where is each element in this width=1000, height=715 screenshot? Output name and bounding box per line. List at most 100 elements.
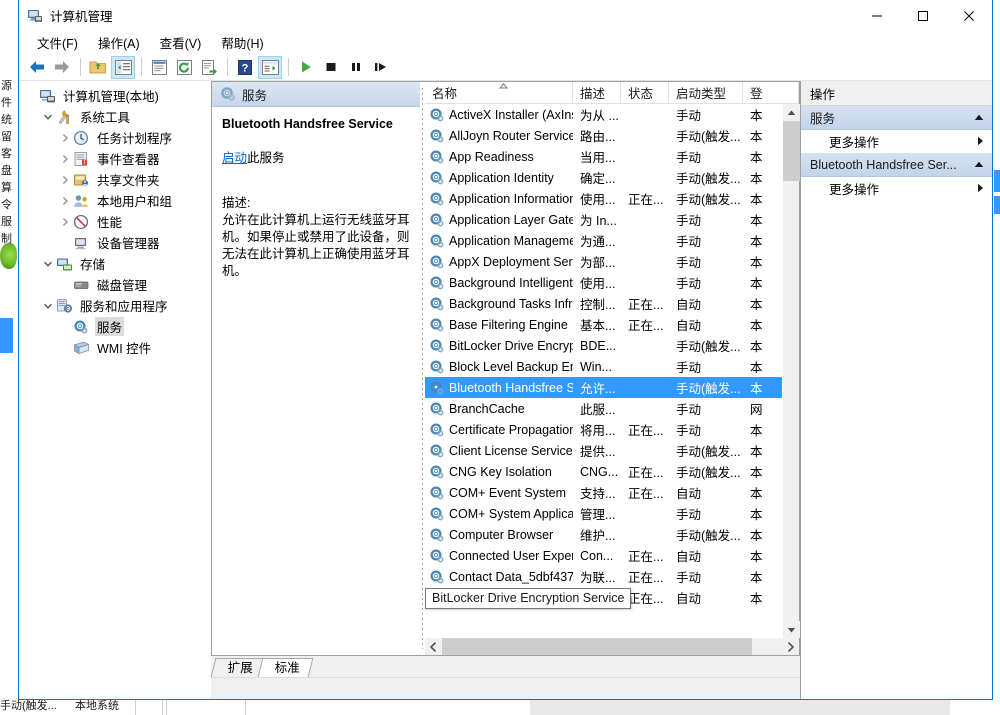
list-horizontal-scrollbar[interactable] <box>425 638 799 655</box>
cell-logon-as: 本 <box>743 567 782 586</box>
minimize-icon[interactable] <box>854 0 900 31</box>
tab-label: 扩展 <box>228 659 253 678</box>
close-icon[interactable] <box>946 0 992 31</box>
service-name-text: App Readiness <box>449 150 534 164</box>
tree-item-7[interactable]: 设备管理器 <box>19 232 210 253</box>
table-row[interactable]: COM+ System Application管理...手动本 <box>425 503 782 524</box>
chevron-right-icon[interactable] <box>57 214 73 230</box>
chevron-up-icon[interactable] <box>974 160 984 170</box>
horizontal-scroll-track[interactable] <box>442 638 782 655</box>
table-row[interactable]: Computer Browser维护...手动(触发...本 <box>425 524 782 545</box>
menu-file[interactable]: 文件(F) <box>28 31 87 55</box>
table-row[interactable]: Connected User Experien...Con...正在...自动本 <box>425 545 782 566</box>
pause-service-icon[interactable] <box>344 56 368 79</box>
table-row[interactable]: Block Level Backup Engi...Win...手动本 <box>425 356 782 377</box>
tree-item-10[interactable]: 服务和应用程序 <box>19 295 210 316</box>
scroll-down-icon[interactable] <box>783 621 800 638</box>
action-group-header-0[interactable]: 服务 <box>801 106 992 130</box>
cell-name: App Readiness <box>425 149 573 165</box>
tree-item-12[interactable]: WMI 控件 <box>19 337 210 358</box>
cell-name: AppX Deployment Servic... <box>425 254 573 270</box>
list-vertical-scrollbar[interactable] <box>782 104 799 638</box>
chevron-right-icon[interactable] <box>57 151 73 167</box>
start-service-icon[interactable] <box>294 56 318 79</box>
chevron-down-icon[interactable] <box>40 256 56 272</box>
help-icon[interactable]: ? <box>233 56 257 79</box>
table-row[interactable]: Contact Data_5dbf437为联...正在...手动本 <box>425 566 782 587</box>
table-row[interactable]: Certificate Propagation将用...正在...手动本 <box>425 419 782 440</box>
scroll-right-icon[interactable] <box>782 638 799 655</box>
cell-startup-type: 自动 <box>669 546 743 565</box>
chevron-right-icon[interactable] <box>57 130 73 146</box>
tree-item-11[interactable]: 服务 <box>19 316 210 337</box>
show-action-pane-icon[interactable] <box>258 56 282 79</box>
table-row[interactable]: Application Layer Gatewa...为 In...手动本 <box>425 209 782 230</box>
table-row[interactable]: COM+ Event System支持...正在...自动本 <box>425 482 782 503</box>
table-row[interactable]: Application Identity确定...手动(触发...本 <box>425 167 782 188</box>
table-row[interactable]: Client License Service (Cli...提供...手动(触发… <box>425 440 782 461</box>
column-header-2[interactable]: 状态 <box>621 82 669 103</box>
table-row[interactable]: AllJoyn Router Service路由...手动(触发...本 <box>425 125 782 146</box>
tree-item-label: 性能 <box>95 212 124 231</box>
action-item-1-0[interactable]: 更多操作 <box>801 177 992 200</box>
up-folder-icon[interactable] <box>86 56 110 79</box>
export-list-icon[interactable] <box>197 56 221 79</box>
action-item-0-0[interactable]: 更多操作 <box>801 130 992 153</box>
table-row[interactable]: Application Management为通...手动本 <box>425 230 782 251</box>
stop-service-icon[interactable] <box>319 56 343 79</box>
chevron-down-icon[interactable] <box>40 109 56 125</box>
refresh-icon[interactable] <box>172 56 196 79</box>
tree-item-5[interactable]: 本地用户和组 <box>19 190 210 211</box>
cell-startup-type: 手动 <box>669 357 743 376</box>
scroll-up-icon[interactable] <box>783 104 800 121</box>
column-header-4[interactable]: 登 <box>743 82 799 103</box>
tree-item-1[interactable]: 系统工具 <box>19 106 210 127</box>
cell-name: Client License Service (Cli... <box>425 443 573 459</box>
tree-item-2[interactable]: 任务计划程序 <box>19 127 210 148</box>
action-group-header-1[interactable]: Bluetooth Handsfree Ser... <box>801 153 992 177</box>
tree-item-6[interactable]: 性能 <box>19 211 210 232</box>
table-row[interactable]: BitLocker Drive Encryptio...BDE...手动(触发.… <box>425 335 782 356</box>
tab-1[interactable]: 标准 <box>258 658 314 677</box>
table-row[interactable]: Background Tasks Infras...控制...正在...自动本 <box>425 293 782 314</box>
service-gear-icon <box>429 317 445 333</box>
tree-item-4[interactable]: 共享文件夹 <box>19 169 210 190</box>
chevron-right-icon[interactable] <box>57 172 73 188</box>
start-service-link[interactable]: 启动 <box>222 151 247 165</box>
vertical-scroll-thumb[interactable] <box>783 121 800 181</box>
table-row[interactable]: AppX Deployment Servic...为部...手动本 <box>425 251 782 272</box>
menu-action[interactable]: 操作(A) <box>89 31 149 55</box>
restart-service-icon[interactable] <box>369 56 393 79</box>
table-row[interactable]: Base Filtering Engine基本...正在...自动本 <box>425 314 782 335</box>
table-row[interactable]: CNG Key IsolationCNG...正在...手动(触发...本 <box>425 461 782 482</box>
column-header-1[interactable]: 描述 <box>573 82 621 103</box>
table-row[interactable]: Application Information使用...正在...手动(触发..… <box>425 188 782 209</box>
back-arrow-icon[interactable] <box>25 56 49 79</box>
menu-help[interactable]: 帮助(H) <box>212 31 272 55</box>
tree-item-9[interactable]: 磁盘管理 <box>19 274 210 295</box>
chevron-up-icon[interactable] <box>974 113 984 123</box>
tree-item-3[interactable]: !事件查看器 <box>19 148 210 169</box>
show-hide-tree-icon[interactable] <box>111 56 135 79</box>
cell-description: 将用... <box>573 420 621 439</box>
properties-icon[interactable] <box>147 56 171 79</box>
forward-arrow-icon[interactable] <box>50 56 74 79</box>
table-row[interactable]: BranchCache此服...手动网 <box>425 398 782 419</box>
service-gear-icon <box>429 191 445 207</box>
tree-item-8[interactable]: 存储 <box>19 253 210 274</box>
table-row[interactable]: App Readiness当用...手动本 <box>425 146 782 167</box>
table-row[interactable]: Bluetooth Handsfree Ser...允许...手动(触发...本 <box>425 377 782 398</box>
column-header-0[interactable]: 名称 <box>425 82 573 103</box>
chevron-right-icon[interactable] <box>57 193 73 209</box>
menu-view[interactable]: 查看(V) <box>151 31 211 55</box>
table-row[interactable]: ActiveX Installer (AxInstSV)为从 ...手动本 <box>425 104 782 125</box>
maximize-icon[interactable] <box>900 0 946 31</box>
description-text: 允许在此计算机上运行无线蓝牙耳机。如果停止或禁用了此设备，则无法在此计算机上正确… <box>222 212 410 280</box>
scroll-left-icon[interactable] <box>425 638 442 655</box>
toolbar-separator <box>288 58 289 76</box>
column-header-3[interactable]: 启动类型 <box>669 82 743 103</box>
tree-item-0[interactable]: 计算机管理(本地) <box>19 85 210 106</box>
chevron-down-icon[interactable] <box>40 298 56 314</box>
services-apps-icon <box>56 298 73 314</box>
table-row[interactable]: Background Intelligent T...使用...手动本 <box>425 272 782 293</box>
